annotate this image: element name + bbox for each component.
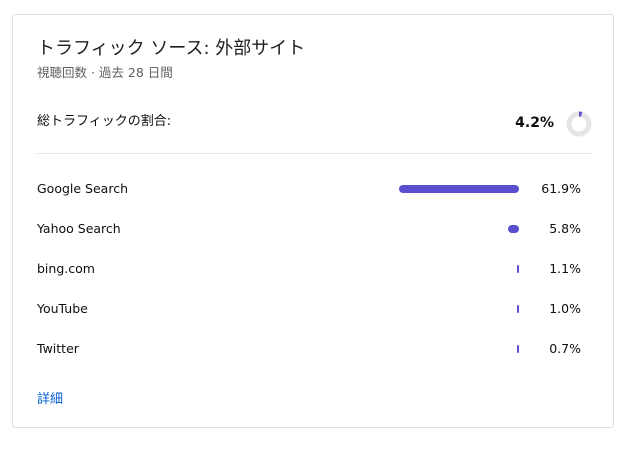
source-bar (399, 185, 519, 193)
source-row-twitter: Twitter 0.7% (13, 329, 613, 369)
source-bar-track (399, 305, 519, 313)
source-list: Google Search 61.9% Yahoo Search 5.8% bi… (13, 169, 613, 369)
source-row-google-search: Google Search 61.9% (13, 169, 613, 209)
source-bar-track (399, 185, 519, 193)
source-label: Twitter (37, 341, 79, 356)
divider (37, 153, 591, 154)
source-label: Google Search (37, 181, 128, 196)
source-value: 61.9% (541, 181, 581, 196)
source-label: YouTube (37, 301, 88, 316)
source-row-bing: bing.com 1.1% (13, 249, 613, 289)
source-row-youtube: YouTube 1.0% (13, 289, 613, 329)
details-link[interactable]: 詳細 (37, 391, 63, 409)
source-label: bing.com (37, 261, 95, 276)
card-subtitle: 視聴回数 · 過去 28 日間 (37, 65, 173, 80)
source-value: 1.0% (549, 301, 581, 316)
source-bar-track (399, 265, 519, 273)
source-value: 5.8% (549, 221, 581, 236)
source-bar (517, 345, 519, 353)
total-traffic-share-donut (566, 111, 592, 137)
source-label: Yahoo Search (37, 221, 121, 236)
source-bar (508, 225, 519, 233)
total-traffic-share-value: 4.2% (515, 115, 554, 131)
source-bar (517, 265, 519, 273)
traffic-source-card: トラフィック ソース: 外部サイト 視聴回数 · 過去 28 日間 総トラフィッ… (12, 14, 614, 428)
source-value: 1.1% (549, 261, 581, 276)
source-bar-track (399, 345, 519, 353)
source-bar-track (399, 225, 519, 233)
card-title: トラフィック ソース: 外部サイト (37, 38, 306, 59)
source-bar (517, 305, 519, 313)
source-value: 0.7% (549, 341, 581, 356)
source-row-yahoo-search: Yahoo Search 5.8% (13, 209, 613, 249)
total-traffic-share-label: 総トラフィックの割合: (37, 114, 172, 129)
donut-track (566, 111, 592, 137)
